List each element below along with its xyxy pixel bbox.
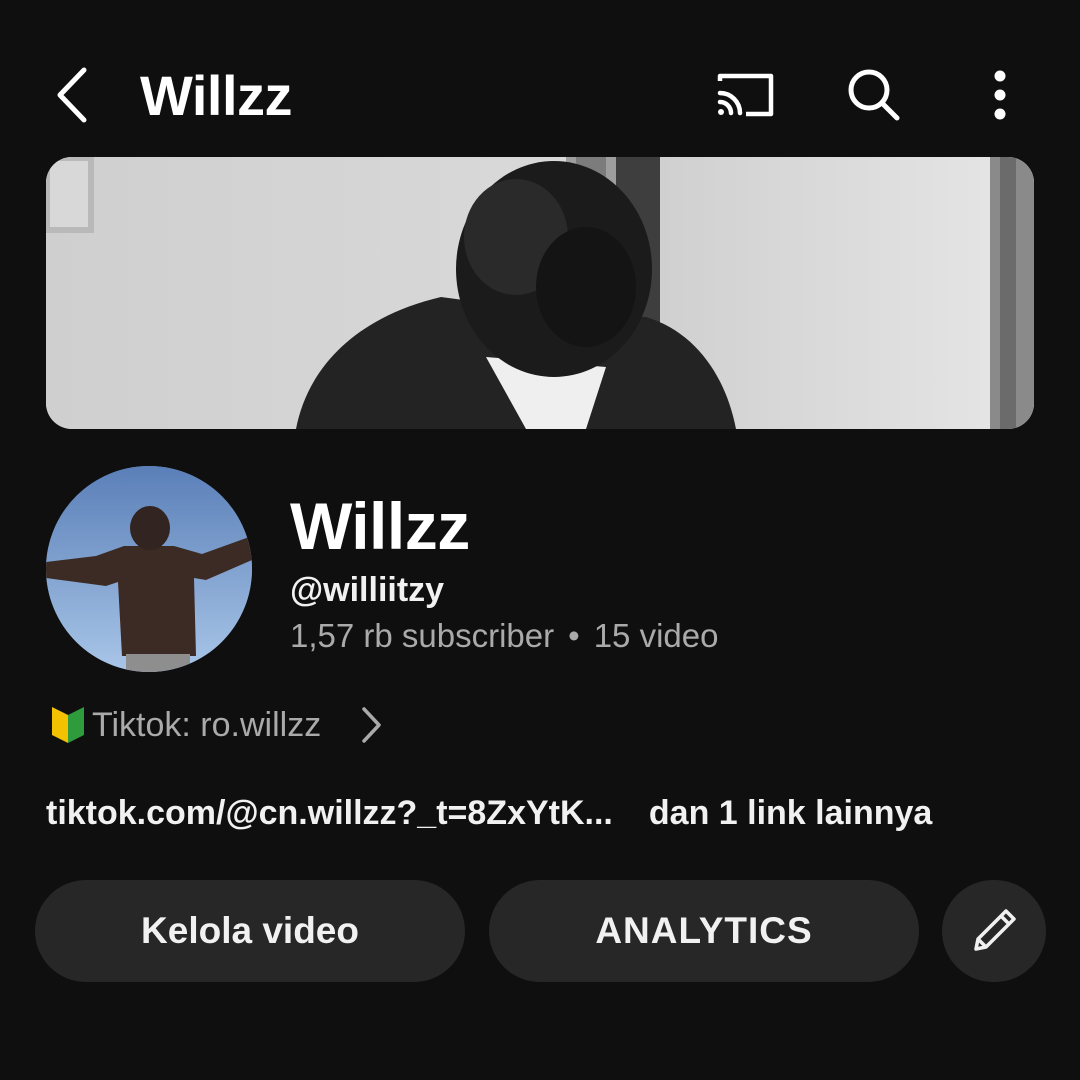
manage-videos-button[interactable]: Kelola video [35, 880, 465, 982]
search-icon [848, 69, 900, 121]
channel-handle: @williitzy [290, 571, 445, 609]
beginner-mark-icon [52, 707, 84, 743]
more-options-button[interactable] [970, 62, 1030, 128]
pencil-icon [974, 909, 1016, 951]
chevron-right-icon [357, 703, 385, 747]
edit-channel-button[interactable] [942, 880, 1046, 982]
more-vertical-icon [994, 70, 1006, 120]
back-button[interactable] [42, 62, 102, 128]
channel-name: Willzz [290, 489, 470, 563]
channel-avatar[interactable] [46, 466, 252, 672]
stats-separator: • [568, 617, 580, 654]
back-arrow-icon [57, 67, 87, 123]
channel-links[interactable]: tiktok.com/@cn.willzz?_t=8ZxYtK... dan 1… [46, 790, 932, 836]
channel-page: Willzz Willzz @williitzy 1,57 rb subscri… [0, 0, 1080, 1080]
analytics-button[interactable]: ANALYTICS [489, 880, 919, 982]
channel-stats: 1,57 rb subscriber • 15 video [290, 616, 718, 656]
search-button[interactable] [838, 62, 910, 128]
subscriber-count: 1,57 rb subscriber [290, 617, 555, 654]
top-app-bar: Willzz [0, 0, 1080, 150]
more-links[interactable]: dan 1 link lainnya [649, 794, 932, 833]
avatar-image [46, 466, 252, 672]
cast-button[interactable] [710, 62, 782, 128]
banner-image [46, 157, 1034, 429]
channel-description[interactable]: Tiktok: ro.willzz [50, 700, 385, 750]
page-title: Willzz [140, 64, 293, 127]
channel-banner [46, 157, 1034, 429]
cast-icon [717, 73, 774, 117]
video-count: 15 video [593, 617, 719, 654]
description-text: Tiktok: ro.willzz [92, 706, 322, 744]
primary-link[interactable]: tiktok.com/@cn.willzz?_t=8ZxYtK... [46, 794, 613, 833]
